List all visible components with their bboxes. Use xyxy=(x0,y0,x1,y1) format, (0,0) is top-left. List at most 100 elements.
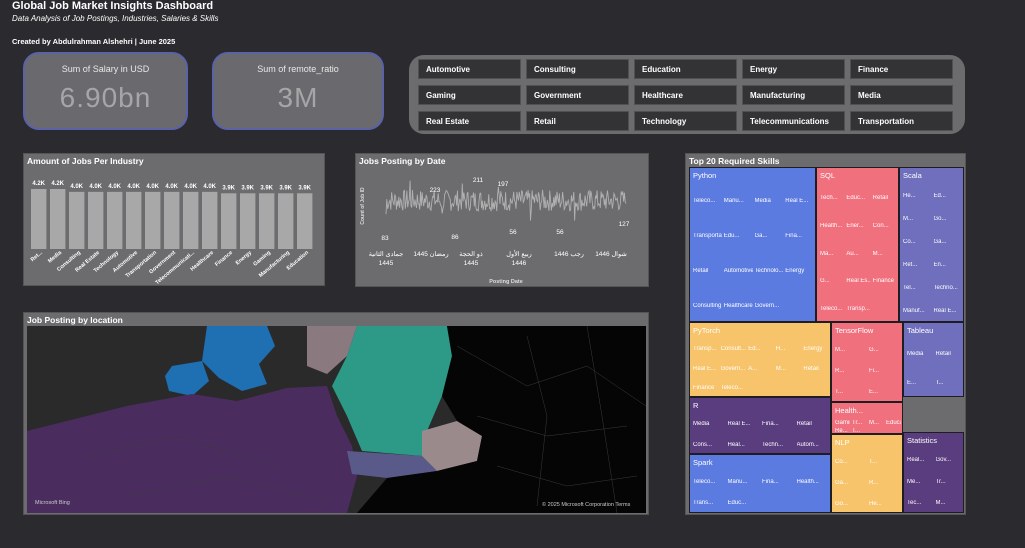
kpi-card-salary[interactable]: Sum of Salary in USD 6.90bn xyxy=(23,52,188,130)
treemap-subtile-label: Ener... xyxy=(846,222,864,229)
treemap-subtile-label: A... xyxy=(748,365,758,372)
slicer-chip-gaming[interactable]: Gaming xyxy=(418,85,521,105)
treemap-subtile-label: Retail xyxy=(803,365,819,372)
chart-title: Job Posting by location xyxy=(27,315,123,325)
treemap-tile-tableau[interactable]: Tableau Media Retail E... T... xyxy=(903,322,964,397)
treemap-subtile-label: Me... xyxy=(907,478,921,485)
bing-logo: Microsoft Bing xyxy=(35,500,70,506)
treemap-subtile-label: T... xyxy=(835,389,844,396)
slicer-chip-healthcare[interactable]: Healthcare xyxy=(634,85,737,105)
treemap-subtile-label: Techno... xyxy=(933,285,958,292)
slicer-chip-real-estate[interactable]: Real Estate xyxy=(418,111,521,131)
data-label: 197 xyxy=(498,181,509,188)
slicer-chip-manufacturing[interactable]: Manufacturing xyxy=(742,85,845,105)
slicer-chip-transportation[interactable]: Transportation xyxy=(850,111,953,131)
treemap-subtile-label: Real E... xyxy=(785,198,809,205)
treemap-subtile-label: Health... xyxy=(796,478,819,485)
treemap-subtile-label: Educ... xyxy=(727,500,747,507)
treemap-subtile-label: Teleco... xyxy=(820,306,843,313)
slicer-chip-education[interactable]: Education xyxy=(634,59,737,79)
treemap-tile-label: PyTorch xyxy=(693,326,721,335)
x-tick-label: رمضان 1445 xyxy=(413,250,448,258)
treemap-subtile-label: Ga... xyxy=(835,479,849,486)
treemap-subtile-label: Transp... xyxy=(693,345,717,352)
treemap-tile-sql[interactable]: SQL Tech... Educ... Retail Health... Ener... C… xyxy=(816,167,899,322)
treemap-subtile-label: Manuf... xyxy=(903,308,925,315)
treemap-tile-health[interactable]: Health...GamingTr...M...Educa...Re...T..… xyxy=(831,402,903,434)
y-axis-label: Count of Job ID xyxy=(360,187,366,225)
treemap-tile-scala[interactable]: Scala He... Ed... M... Go... Co... Ga... Ret...… xyxy=(899,167,964,322)
bar xyxy=(183,191,199,249)
map-canvas[interactable]: Microsoft Bing © 2025 Microsoft Corporat… xyxy=(27,326,646,513)
slicer-chip-energy[interactable]: Energy xyxy=(742,59,845,79)
x-tick-label: 1446 xyxy=(512,260,527,267)
treemap-subtile-label: Real Es... xyxy=(846,278,871,285)
x-tick-label: شوال 1446 xyxy=(595,250,627,258)
slicer-chip-retail[interactable]: Retail xyxy=(526,111,629,131)
treemap-subtile-label: Autom... xyxy=(796,441,819,448)
treemap-subtile-label: Manu... xyxy=(723,198,744,205)
treemap-tile-label: Spark xyxy=(693,458,713,467)
treemap-subtile-label: Tec... xyxy=(907,500,922,507)
kpi-label: Sum of Salary in USD xyxy=(61,64,150,74)
treemap-tile-pytorch[interactable]: PyTorch Transp... Consult... Ed... H... Energ… xyxy=(689,322,831,397)
data-label: 223 xyxy=(430,187,441,194)
kpi-card-remote[interactable]: Sum of remote_ratio 3M xyxy=(212,52,384,130)
bar-data-label: 4.0K xyxy=(108,184,121,190)
data-label: 83 xyxy=(381,235,389,242)
treemap-subtile-label: Healthcare xyxy=(723,302,753,309)
bar-data-label: 3.9K xyxy=(260,185,273,191)
treemap-tile-label: Health... xyxy=(835,406,863,415)
treemap-subtile-label: Fina... xyxy=(785,233,802,240)
treemap-subtile-label: Trans... xyxy=(693,500,714,507)
slicer-chip-finance[interactable]: Finance xyxy=(850,59,953,79)
data-label: 56 xyxy=(509,229,517,236)
treemap-subtile-label: Consult... xyxy=(720,345,746,352)
treemap-subtile-label: Ga... xyxy=(933,238,947,245)
treemap-subtile-label: Retail xyxy=(935,350,951,357)
bar xyxy=(69,191,85,249)
treemap-tile-statistics[interactable]: Statistics Real... Gov... Me... Tr... Tec... M… xyxy=(903,432,964,513)
treemap-subtile-label: Transp... xyxy=(846,306,870,313)
treemap-subtile-label: Technolo... xyxy=(754,267,784,274)
bar xyxy=(126,191,142,249)
kpi-value: 6.90bn xyxy=(59,82,152,113)
treemap-tile-nlp[interactable]: NLP Co... T... Ga... R... Go... He... xyxy=(831,434,903,513)
treemap-tile-python[interactable]: Python Teleco... Manu... Media Real E... Tran… xyxy=(689,167,816,322)
treemap-subtile-label: Ed... xyxy=(933,192,946,199)
treemap-subtile-label: Manu... xyxy=(727,478,748,485)
treemap-tile-r[interactable]: R Media Real E... Fina... Retail Cons... Heal.… xyxy=(689,397,831,454)
treemap-subtile-label: Gov... xyxy=(935,456,952,463)
treemap-subtile-label: T... xyxy=(869,458,878,465)
chart-title: Top 20 Required Skills xyxy=(689,156,780,166)
x-tick-label: ربيع الأول xyxy=(506,248,532,258)
slicer-chip-telecommunications[interactable]: Telecommunications xyxy=(742,111,845,131)
author-credit: Created by Abdulrahman Alshehri | June 2… xyxy=(12,37,176,46)
treemap-subtile-label: Educ... xyxy=(846,194,866,201)
dashboard: Global Job Market Insights Dashboard Dat… xyxy=(0,0,1025,548)
treemap-tile-label: SQL xyxy=(820,171,836,180)
slicer-chip-technology[interactable]: Technology xyxy=(634,111,737,131)
bar-data-label: 4.0K xyxy=(70,184,83,190)
slicer-chip-automotive[interactable]: Automotive xyxy=(418,59,521,79)
treemap-tile-tensorflow[interactable]: TensorFlow M... G... R... Fi... T... E... xyxy=(831,322,903,402)
treemap-tile-spark[interactable]: Spark Teleco... Manu... Fina... Health... Tra… xyxy=(689,454,831,513)
slicer-chip-consulting[interactable]: Consulting xyxy=(526,59,629,79)
bar xyxy=(164,191,180,249)
bar xyxy=(145,191,161,249)
treemap-tile-label: TensorFlow xyxy=(835,326,874,335)
treemap-subtile-label: Educa... xyxy=(886,420,901,426)
map-copyright: © 2025 Microsoft Corporation Terms xyxy=(542,502,631,508)
treemap-subtile-label: M... xyxy=(872,250,883,257)
treemap-subtile-label: Tr... xyxy=(852,420,863,426)
treemap-subtile-label: G... xyxy=(869,346,879,353)
bar-data-label: 3.9K xyxy=(241,185,254,191)
bar xyxy=(107,191,123,249)
bar xyxy=(297,193,313,249)
x-tick-label: جمادى الثانية xyxy=(369,250,404,258)
slicer-chip-media[interactable]: Media xyxy=(850,85,953,105)
treemap-subtile-label: Transportati... xyxy=(693,233,722,240)
slicer-chip-government[interactable]: Government xyxy=(526,85,629,105)
treemap-subtile-label: Teleco... xyxy=(720,385,743,392)
x-axis-label: Posting Date xyxy=(489,279,523,285)
